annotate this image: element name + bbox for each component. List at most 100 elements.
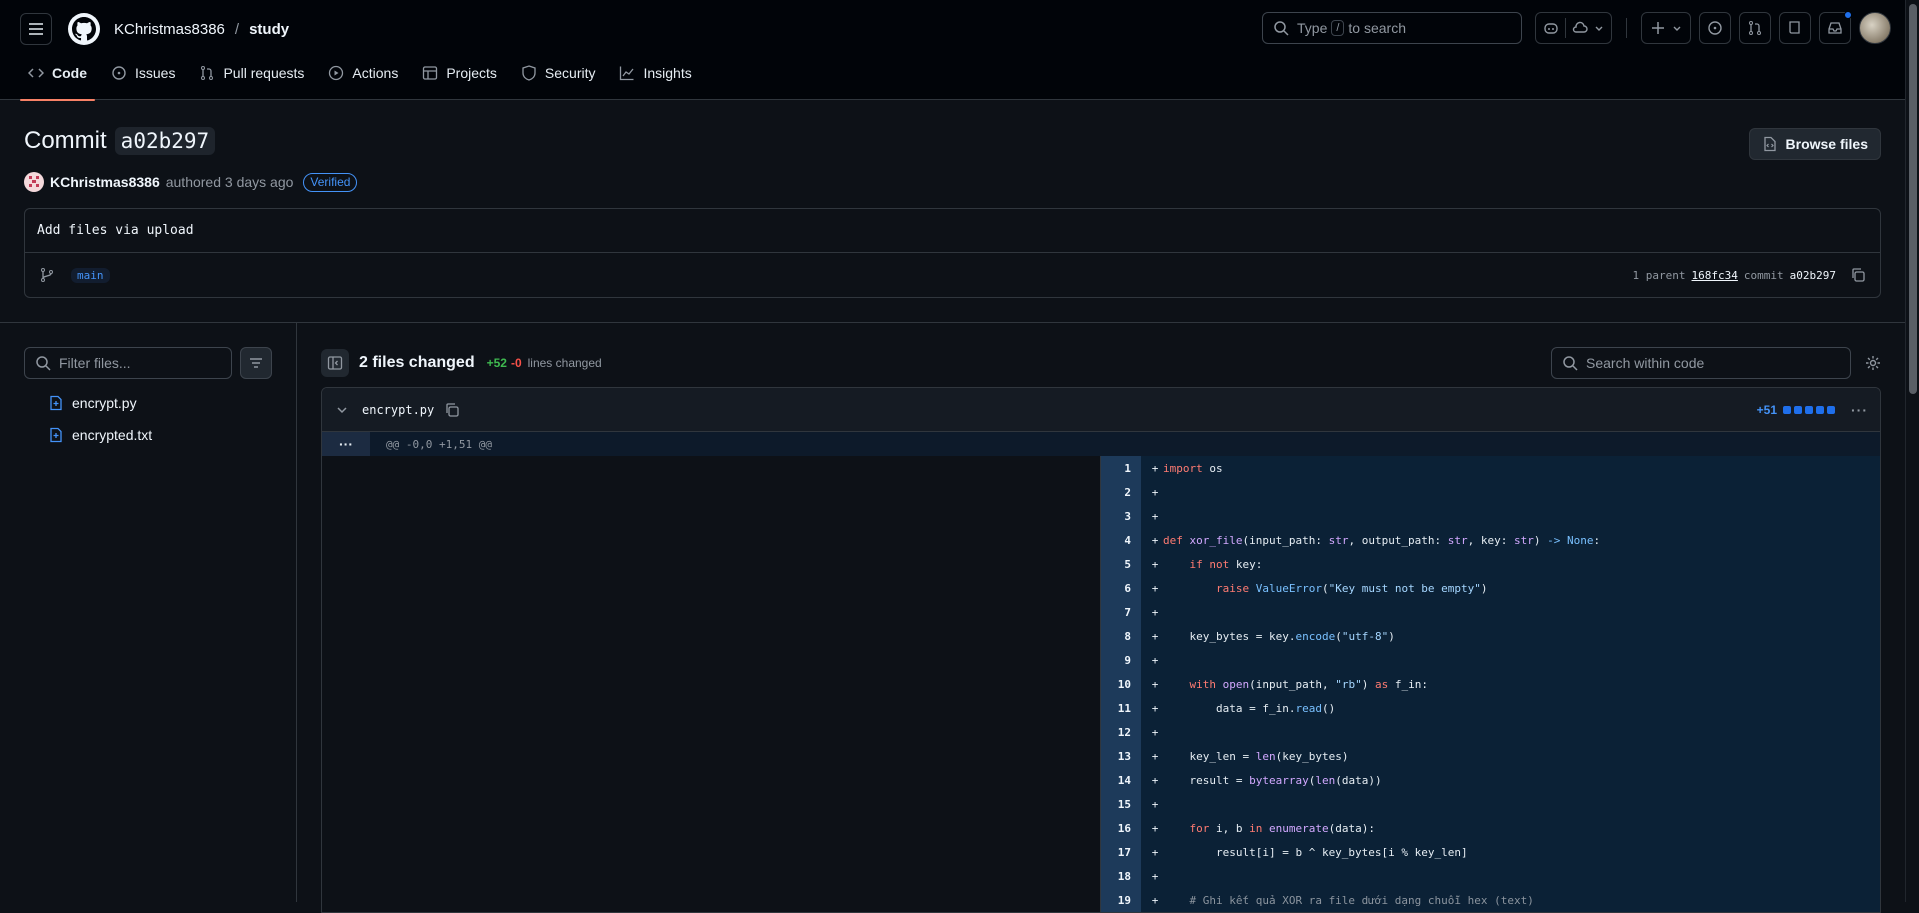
line-number[interactable]: 13 <box>1101 744 1141 768</box>
line-number[interactable]: 2 <box>1101 480 1141 504</box>
diff-stat-additions: +51 <box>1757 403 1777 417</box>
browse-files-button[interactable]: Browse files <box>1749 128 1881 160</box>
diff-line: 14+ result = bytearray(len(data)) <box>1101 768 1880 792</box>
line-number[interactable]: 5 <box>1101 552 1141 576</box>
line-number[interactable]: 9 <box>1101 648 1141 672</box>
menu-button[interactable] <box>20 13 52 45</box>
addition-marker: + <box>1147 534 1163 547</box>
code-text: result[i] = b ^ key_bytes[i % key_len] <box>1163 846 1468 859</box>
plus-icon <box>1650 20 1666 36</box>
tab-label: Projects <box>446 65 497 81</box>
gear-icon[interactable] <box>1865 355 1881 371</box>
addition-marker: + <box>1147 894 1163 907</box>
tab-issues[interactable]: Issues <box>103 58 183 100</box>
repositories-button[interactable] <box>1779 12 1811 44</box>
diff-line: 7+ <box>1101 600 1880 624</box>
addition-marker: + <box>1147 798 1163 811</box>
line-number[interactable]: 18 <box>1101 864 1141 888</box>
issue-icon <box>111 65 127 81</box>
chevron-down-icon <box>1672 23 1682 33</box>
diff-line: 13+ key_len = len(key_bytes) <box>1101 744 1880 768</box>
search-within-code-input[interactable]: Search within code <box>1551 347 1851 379</box>
line-number[interactable]: 19 <box>1101 888 1141 912</box>
page-scrollbar[interactable] <box>1905 0 1919 902</box>
line-number[interactable]: 8 <box>1101 624 1141 648</box>
page-title: Commit a02b297 <box>24 127 215 155</box>
line-number[interactable]: 4 <box>1101 528 1141 552</box>
octocat-icon <box>72 17 96 41</box>
tab-insights[interactable]: Insights <box>611 58 699 100</box>
expand-hunk-button[interactable]: ··· <box>322 432 370 456</box>
branch-link[interactable]: main <box>71 268 110 283</box>
addition-marker: + <box>1147 486 1163 499</box>
line-number[interactable]: 3 <box>1101 504 1141 528</box>
diff-line: 12+ <box>1101 720 1880 744</box>
inbox-button[interactable] <box>1819 12 1851 44</box>
line-number[interactable]: 10 <box>1101 672 1141 696</box>
global-search-input[interactable]: Type / to search <box>1262 12 1522 44</box>
search-suffix: to search <box>1348 20 1406 36</box>
line-number[interactable]: 15 <box>1101 792 1141 816</box>
code-text: key_len = len(key_bytes) <box>1163 750 1348 763</box>
tab-projects[interactable]: Projects <box>414 58 505 100</box>
line-number[interactable]: 11 <box>1101 696 1141 720</box>
repo-owner-link[interactable]: KChristmas8386 <box>114 21 225 38</box>
line-number[interactable]: 6 <box>1101 576 1141 600</box>
tab-label: Insights <box>643 65 691 81</box>
addition-marker: + <box>1147 558 1163 571</box>
line-number[interactable]: 1 <box>1101 456 1141 480</box>
github-logo[interactable] <box>68 13 100 45</box>
addition-marker: + <box>1147 606 1163 619</box>
filter-files-input[interactable]: Filter files... <box>24 347 232 379</box>
commit-meta: main 1 parent 168fc34 commit a02b297 <box>25 253 1880 297</box>
tab-label: Code <box>52 65 87 81</box>
copy-icon[interactable] <box>444 402 460 418</box>
line-number[interactable]: 12 <box>1101 720 1141 744</box>
git-branch-icon <box>39 267 55 283</box>
author-link[interactable]: KChristmas8386 <box>50 174 160 190</box>
user-avatar-button[interactable] <box>1859 12 1891 44</box>
file-tree-item[interactable]: encrypt.py <box>24 387 272 419</box>
tab-actions[interactable]: Actions <box>320 58 406 100</box>
hamburger-icon <box>28 21 44 37</box>
copy-icon[interactable] <box>1850 267 1866 283</box>
toggle-file-tree-button[interactable] <box>321 349 349 377</box>
search-prefix: Type <box>1297 20 1327 36</box>
diff-line: 2+ <box>1101 480 1880 504</box>
file-tree-label: encrypt.py <box>72 395 137 411</box>
tab-label: Actions <box>352 65 398 81</box>
parent-sha-link[interactable]: 168fc34 <box>1692 269 1738 282</box>
tab-pull-requests[interactable]: Pull requests <box>191 58 312 100</box>
line-number[interactable]: 14 <box>1101 768 1141 792</box>
scrollbar-thumb[interactable] <box>1909 4 1917 394</box>
file-tree-label: encrypted.txt <box>72 427 152 443</box>
file-code-icon <box>1762 136 1778 152</box>
diff-file-name[interactable]: encrypt.py <box>362 403 434 417</box>
verified-badge[interactable]: Verified <box>303 173 357 192</box>
diff-line: 17+ result[i] = b ^ key_bytes[i % key_le… <box>1101 840 1880 864</box>
line-number[interactable]: 17 <box>1101 840 1141 864</box>
inbox-icon <box>1827 20 1843 36</box>
copilot-button[interactable] <box>1535 12 1612 44</box>
author-avatar[interactable] <box>24 172 44 192</box>
search-icon <box>1562 355 1578 371</box>
file-tree-item[interactable]: encrypted.txt <box>24 419 272 451</box>
chevron-down-icon[interactable] <box>334 402 350 418</box>
table-icon <box>422 65 438 81</box>
kebab-menu-icon[interactable]: ··· <box>1851 402 1868 418</box>
line-number[interactable]: 7 <box>1101 600 1141 624</box>
global-header: KChristmas8386 / study Type / to search <box>0 0 1919 100</box>
search-shortcut-key: / <box>1331 20 1344 36</box>
line-number[interactable]: 16 <box>1101 816 1141 840</box>
create-new-button[interactable] <box>1641 12 1691 44</box>
commit-sha-text: a02b297 <box>1790 269 1836 282</box>
pull-requests-button[interactable] <box>1739 12 1771 44</box>
repo-icon <box>1787 20 1803 36</box>
shield-icon <box>521 65 537 81</box>
issues-button[interactable] <box>1699 12 1731 44</box>
tab-code[interactable]: Code <box>20 58 95 100</box>
repo-name-link[interactable]: study <box>249 21 289 38</box>
filter-options-button[interactable] <box>240 347 272 379</box>
tab-security[interactable]: Security <box>513 58 604 100</box>
hunk-header: ··· @@ -0,0 +1,51 @@ <box>322 432 1880 456</box>
